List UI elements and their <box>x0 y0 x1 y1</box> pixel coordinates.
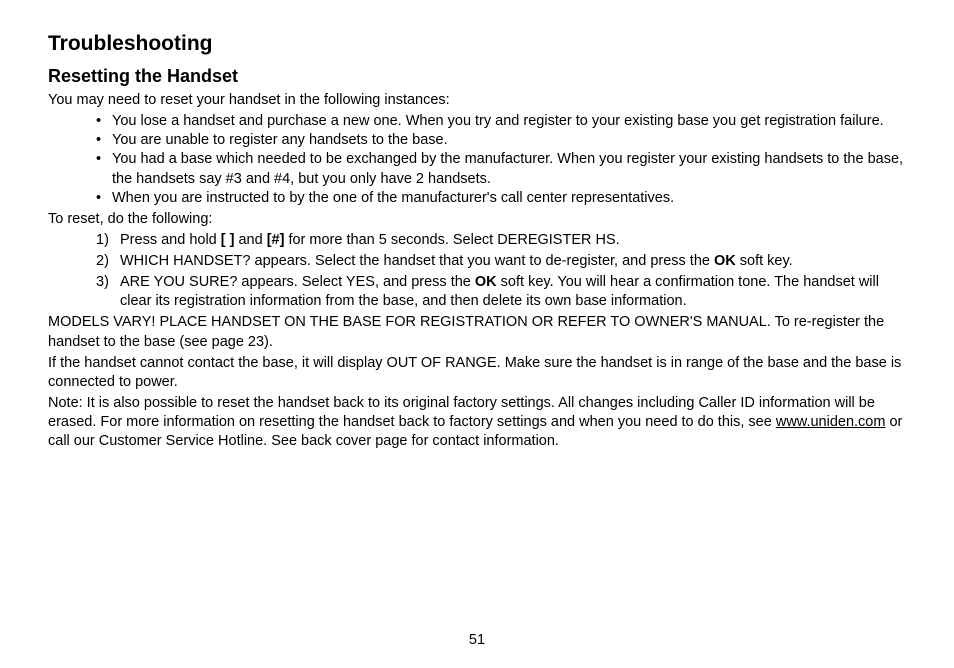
step-number: 2) <box>96 252 109 271</box>
page-number: 51 <box>0 632 954 648</box>
key-label: [ ] <box>221 232 235 248</box>
step-number: 1) <box>96 231 109 250</box>
section-heading: Resetting the Handset <box>48 66 906 87</box>
list-item: 2) WHICH HANDSET? appears. Select the ha… <box>96 252 906 271</box>
out-of-range-note: If the handset cannot contact the base, … <box>48 354 906 392</box>
factory-reset-note: Note: It is also possible to reset the h… <box>48 394 906 451</box>
list-item: 3) ARE YOU SURE? appears. Select YES, an… <box>96 273 906 311</box>
list-item: You lose a handset and purchase a new on… <box>100 112 906 131</box>
list-item: When you are instructed to by the one of… <box>100 189 906 208</box>
models-note: MODELS VARY! PLACE HANDSET ON THE BASE F… <box>48 313 906 351</box>
note-text: Note: It is also possible to reset the h… <box>48 395 875 430</box>
page-title: Troubleshooting <box>48 32 906 56</box>
instance-list: You lose a handset and purchase a new on… <box>100 112 906 208</box>
list-item: 1) Press and hold [ ] and [#] for more t… <box>96 231 906 250</box>
step-number: 3) <box>96 273 109 292</box>
step-text: WHICH HANDSET? appears. Select the hands… <box>120 253 714 269</box>
step-text: for more than 5 seconds. Select DEREGIST… <box>284 232 619 248</box>
reset-intro: To reset, do the following: <box>48 210 906 229</box>
step-text: ARE YOU SURE? appears. Select YES, and p… <box>120 274 475 290</box>
step-text: soft key. <box>736 253 793 269</box>
ok-label: OK <box>475 274 497 290</box>
ok-label: OK <box>714 253 736 269</box>
intro-text: You may need to reset your handset in th… <box>48 91 906 110</box>
website-link[interactable]: www.uniden.com <box>776 414 886 430</box>
reset-steps: 1) Press and hold [ ] and [#] for more t… <box>96 231 906 312</box>
step-text: Press and hold <box>120 232 221 248</box>
list-item: You are unable to register any handsets … <box>100 131 906 150</box>
step-text: and <box>234 232 266 248</box>
key-label: [#] <box>267 232 285 248</box>
list-item: You had a base which needed to be exchan… <box>100 150 906 188</box>
